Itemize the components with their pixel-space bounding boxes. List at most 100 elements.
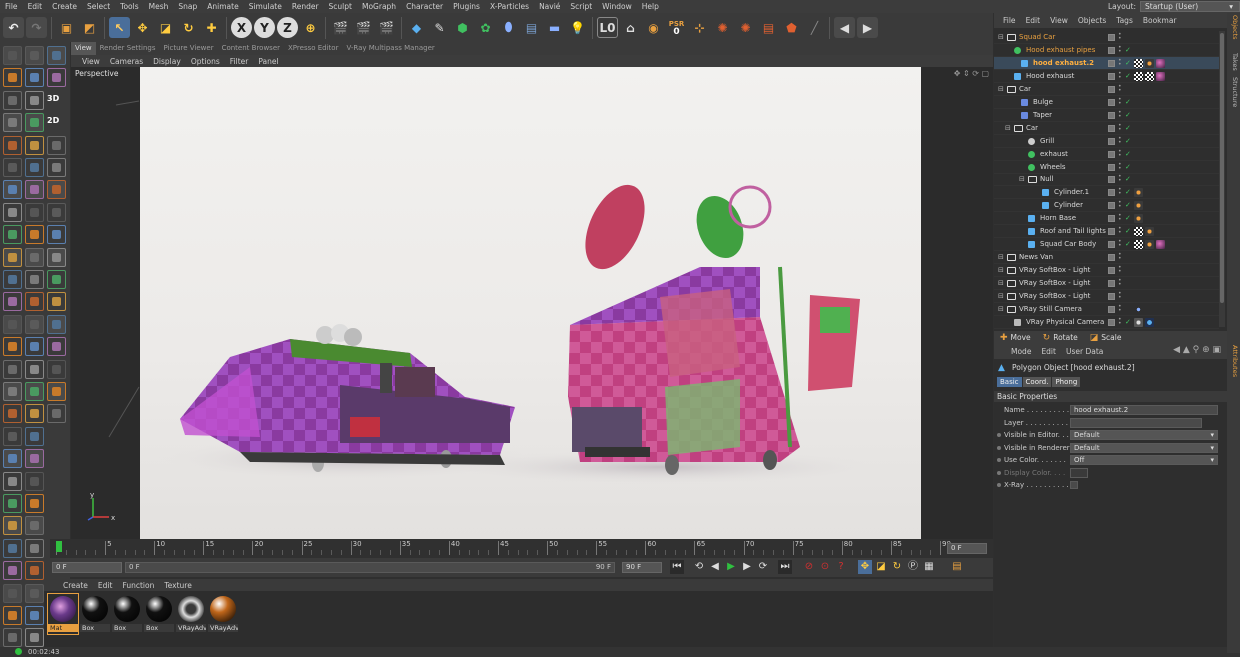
visibility-dots-icon[interactable]: • •: [1118, 213, 1122, 223]
rotate-icon[interactable]: ↻: [1043, 333, 1051, 343]
next-key-icon[interactable]: ⟳: [756, 560, 770, 574]
texture-mode-icon[interactable]: [25, 225, 44, 245]
floor-icon[interactable]: ▤: [521, 17, 542, 38]
expand-toggle-icon[interactable]: ⊟: [998, 264, 1004, 277]
tweak-mode-icon[interactable]: [25, 382, 44, 401]
attribute-nav-icons[interactable]: ◀ ▲ ⚲ ⊕ ▣: [1173, 345, 1221, 355]
vray-bridge-icon[interactable]: ⬟: [781, 17, 802, 38]
redo-icon[interactable]: ↷: [26, 17, 47, 38]
object-row[interactable]: Bulge • • ✓: [994, 96, 1219, 109]
timeline-ruler[interactable]: 051015202530354045505560657075808590 0 F: [50, 539, 993, 558]
visibility-dots-icon[interactable]: • •: [1118, 291, 1122, 301]
menu-item-mesh[interactable]: Mesh: [144, 0, 174, 13]
animate-dot-icon[interactable]: [997, 433, 1001, 437]
viewport-menu-options[interactable]: Options: [186, 57, 225, 66]
material-swatch[interactable]: Box: [144, 594, 174, 634]
move-tool-icon[interactable]: ✥: [132, 17, 153, 38]
scale-icon[interactable]: ◪: [1090, 333, 1099, 343]
object-row[interactable]: Horn Base • • ✓: [994, 212, 1219, 226]
workplane-icon[interactable]: [3, 628, 22, 647]
snap-icon[interactable]: ⌂: [620, 17, 641, 38]
tab-v-ray-multipass-manager[interactable]: V-Ray Multipass Manager: [342, 42, 438, 55]
rotate-tool-icon[interactable]: ↻: [178, 17, 199, 38]
transform-move-button[interactable]: Move: [1011, 333, 1031, 342]
checker-tag-icon[interactable]: [1134, 71, 1143, 81]
viewport-nav-icon[interactable]: ✥ ⇕ ⟳ ▢: [954, 69, 989, 78]
layer-color-icon[interactable]: [1108, 189, 1115, 197]
preview-range-slider[interactable]: 0 F 90 F: [125, 562, 615, 573]
checker-tag-icon[interactable]: [1145, 71, 1154, 81]
attr-menu-user-data[interactable]: User Data: [1061, 344, 1108, 359]
layer-color-icon[interactable]: [1108, 267, 1115, 275]
menu-item-snap[interactable]: Snap: [173, 0, 202, 13]
undo-icon[interactable]: ↶: [3, 17, 24, 38]
key-position-icon[interactable]: ✥: [858, 560, 872, 574]
attr-menu-edit[interactable]: Edit: [1036, 344, 1061, 359]
layout-dropdown[interactable]: Startup (User) ▾: [1140, 1, 1240, 12]
uv-mode-icon[interactable]: [3, 180, 22, 200]
om-menu-file[interactable]: File: [998, 16, 1021, 25]
edges-mode-icon[interactable]: [25, 292, 44, 312]
expand-toggle-icon[interactable]: ⊟: [998, 303, 1004, 316]
layer-color-icon[interactable]: [1108, 202, 1115, 210]
object-row[interactable]: VRay Physical Camera • • ✓: [994, 316, 1219, 329]
checker-tag-icon[interactable]: [1134, 227, 1143, 237]
object-row[interactable]: Hood exhaust • • ✓: [994, 70, 1219, 83]
world-coordinates-icon[interactable]: ⊕: [300, 17, 321, 38]
menu-item-script[interactable]: Script: [565, 0, 597, 13]
playhead[interactable]: [56, 541, 62, 552]
menu-item-navi-[interactable]: Navié: [534, 0, 565, 13]
object-row[interactable]: ⊟ Car • •: [994, 83, 1219, 96]
object-row[interactable]: ⊟ VRay SoftBox - Light • •: [994, 290, 1219, 303]
points-mode-icon[interactable]: [47, 158, 66, 177]
tab-xpresso-editor[interactable]: XPresso Editor: [284, 42, 342, 55]
uv-mode-icon[interactable]: [25, 337, 44, 357]
object-row[interactable]: ⊟ Squad Car • •: [994, 31, 1219, 44]
transform-rotate-button[interactable]: Rotate: [1053, 333, 1078, 342]
visibility-dots-icon[interactable]: • •: [1118, 278, 1122, 288]
workplane-icon[interactable]: ⊹: [689, 17, 710, 38]
visibility-dots-icon[interactable]: • •: [1118, 226, 1122, 236]
visibility-dots-icon[interactable]: • •: [1118, 96, 1122, 106]
material-swatch[interactable]: Mat: [47, 593, 79, 635]
checker-tag-icon[interactable]: [1134, 240, 1143, 250]
dots-tag-icon[interactable]: [1134, 304, 1143, 314]
play-icon[interactable]: ▶: [724, 560, 738, 574]
texture-mode-icon[interactable]: [3, 337, 22, 357]
target-tag-icon[interactable]: [1134, 317, 1143, 327]
polygons-mode-icon[interactable]: [3, 426, 22, 446]
edges-mode-icon[interactable]: [25, 561, 44, 581]
magnet-icon[interactable]: [3, 561, 22, 581]
enabled-check-icon[interactable]: ✓: [1125, 316, 1131, 329]
purple-tag-icon[interactable]: [1156, 71, 1165, 81]
points-mode-icon[interactable]: [25, 270, 44, 289]
enabled-check-icon[interactable]: ✓: [1125, 161, 1131, 174]
orange-tag-icon[interactable]: [1134, 201, 1143, 211]
texture-mode-icon[interactable]: [3, 606, 22, 625]
visibility-dots-icon[interactable]: • •: [1118, 316, 1122, 326]
tweak-mode-icon[interactable]: [47, 270, 66, 289]
material-menu-create[interactable]: Create: [58, 581, 93, 590]
object-row[interactable]: Hood exhaust pipes • • ✓: [994, 44, 1219, 57]
object-row[interactable]: Roof and Tail lights • • ✓: [994, 225, 1219, 239]
xparticles-emitter-icon[interactable]: ✺: [712, 17, 733, 38]
enabled-check-icon[interactable]: ✓: [1125, 122, 1131, 135]
object-row[interactable]: Wheels • • ✓: [994, 161, 1219, 174]
object-row[interactable]: hood exhaust.2 • • ✓: [994, 56, 1219, 70]
menu-item-mograph[interactable]: MoGraph: [357, 0, 401, 13]
magnet-icon[interactable]: [47, 68, 66, 88]
tab-phong[interactable]: Phong: [1052, 377, 1081, 387]
render-view-icon[interactable]: 🎬: [330, 17, 351, 38]
open-icon[interactable]: ◩: [79, 17, 100, 38]
enabled-check-icon[interactable]: ✓: [1125, 109, 1131, 122]
visibility-dots-icon[interactable]: • •: [1118, 303, 1122, 313]
enabled-check-icon[interactable]: ✓: [1125, 238, 1131, 251]
x-axis-lock-icon[interactable]: X: [231, 17, 252, 38]
display-color-swatch[interactable]: [1070, 467, 1088, 478]
xray-checkbox[interactable]: [1070, 481, 1078, 489]
psr-icon[interactable]: PSR 0: [666, 17, 687, 38]
sculpt-mode-icon[interactable]: [25, 135, 44, 155]
enabled-check-icon[interactable]: ✓: [1125, 70, 1131, 83]
side-tab-takes[interactable]: Takes: [1228, 53, 1239, 71]
magnet-icon[interactable]: [25, 180, 44, 200]
